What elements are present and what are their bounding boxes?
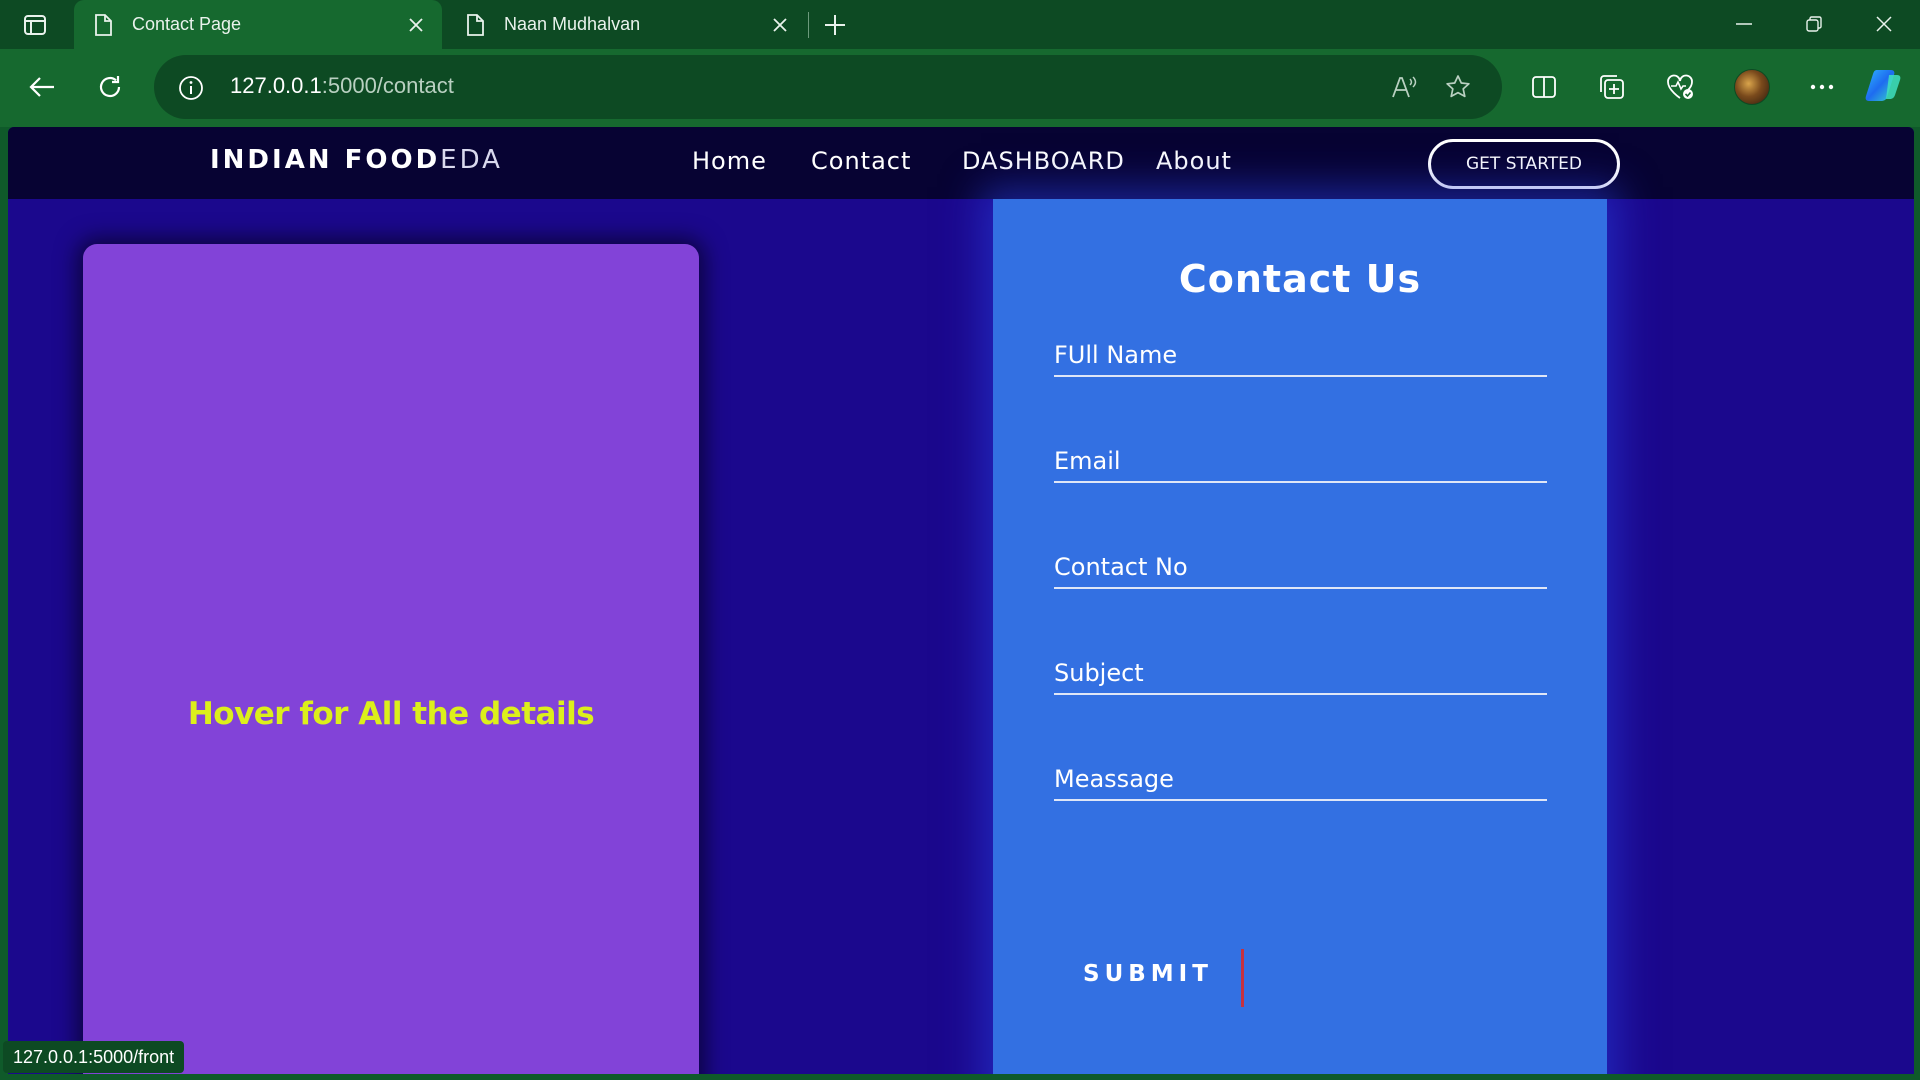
info-icon[interactable]: [178, 75, 204, 101]
refresh-icon[interactable]: [90, 67, 130, 107]
split-screen-icon[interactable]: [1524, 67, 1564, 107]
restore-icon[interactable]: [1794, 8, 1834, 40]
favorite-star-icon[interactable]: [1442, 71, 1474, 103]
contact-form-panel: Contact Us SUBMIT: [993, 199, 1607, 1074]
site-logo[interactable]: INDIAN FOODEDA: [210, 145, 503, 175]
copilot-icon[interactable]: [1864, 65, 1904, 105]
full-name-input[interactable]: [1054, 329, 1547, 375]
document-icon: [92, 13, 114, 36]
subject-input[interactable]: [1054, 647, 1547, 693]
page-viewport: INDIAN FOODEDA Home Contact DASHBOARD Ab…: [8, 127, 1914, 1074]
profile-avatar[interactable]: [1734, 69, 1770, 105]
more-icon[interactable]: [1802, 67, 1842, 107]
form-title: Contact Us: [1178, 257, 1422, 301]
tab-contact-page[interactable]: Contact Page: [74, 0, 442, 49]
document-icon: [464, 13, 486, 36]
full-name-field[interactable]: [1054, 329, 1547, 377]
nav-link-home[interactable]: Home: [692, 147, 767, 175]
tab-actions-icon[interactable]: [18, 11, 52, 39]
back-icon[interactable]: [22, 67, 62, 107]
window-close-icon[interactable]: [1864, 8, 1904, 40]
nav-link-dashboard[interactable]: DASHBOARD: [962, 147, 1125, 175]
brand-bold: INDIAN FOOD: [210, 145, 441, 175]
contact-no-input[interactable]: [1054, 541, 1547, 587]
subject-field[interactable]: [1054, 647, 1547, 695]
submit-button[interactable]: SUBMIT: [1083, 961, 1213, 987]
site-navbar: INDIAN FOODEDA Home Contact DASHBOARD Ab…: [8, 127, 1914, 199]
message-input[interactable]: [1054, 753, 1547, 799]
hover-prompt-text: Hover for All the details: [187, 696, 595, 732]
email-field[interactable]: [1054, 435, 1547, 483]
email-input[interactable]: [1054, 435, 1547, 481]
tab-strip: Contact Page Naan Mudhalvan: [0, 0, 1920, 49]
submit-accent-bar: [1241, 949, 1244, 1007]
url-path: :5000/contact: [321, 73, 454, 98]
url-text[interactable]: 127.0.0.1:5000/contact: [230, 73, 454, 99]
address-bar[interactable]: 127.0.0.1:5000/contact: [154, 55, 1502, 119]
nav-link-about[interactable]: About: [1156, 147, 1232, 175]
minimize-icon[interactable]: [1724, 8, 1764, 40]
contact-no-field[interactable]: [1054, 541, 1547, 589]
brand-light: EDA: [440, 145, 503, 175]
tab-title: Contact Page: [132, 14, 242, 34]
tab-title: Naan Mudhalvan: [504, 14, 641, 34]
new-tab-icon[interactable]: [820, 10, 850, 40]
tab-separator: [808, 12, 809, 38]
hover-details-card[interactable]: Hover for All the details: [83, 244, 699, 1074]
message-field[interactable]: [1054, 753, 1547, 801]
collections-icon[interactable]: [1592, 67, 1632, 107]
browser-essentials-icon[interactable]: [1660, 67, 1700, 107]
status-url-bar: 127.0.0.1:5000/front: [3, 1041, 185, 1073]
url-host: 127.0.0.1: [230, 73, 322, 98]
get-started-button[interactable]: GET STARTED: [1428, 139, 1620, 189]
close-icon[interactable]: [768, 13, 792, 37]
tab-naan-mudhalvan[interactable]: Naan Mudhalvan: [446, 0, 806, 49]
nav-link-contact[interactable]: Contact: [811, 147, 911, 175]
browser-toolbar: 127.0.0.1:5000/contact: [0, 49, 1920, 127]
close-icon[interactable]: [404, 13, 428, 37]
read-aloud-icon[interactable]: [1388, 71, 1420, 103]
